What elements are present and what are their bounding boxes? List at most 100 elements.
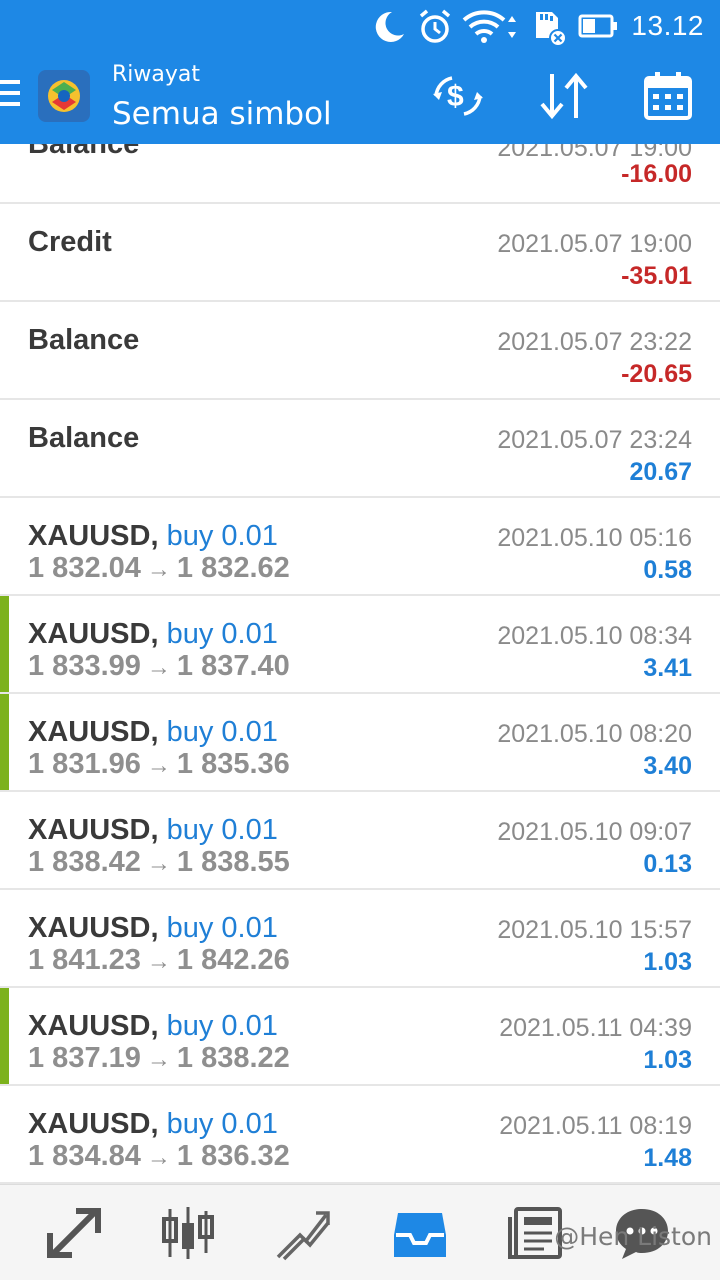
row-date: 2021.05.10 08:20 <box>497 720 692 748</box>
calendar-icon[interactable] <box>642 70 698 122</box>
status-bar: 13.12 <box>0 0 720 52</box>
trade-action: buy 0.01 <box>166 1108 278 1140</box>
trade-symbol: XAUUSD, <box>28 520 159 552</box>
trade-row[interactable]: XAUUSD, buy 0.01 1 834.84 → 1 836.32 2021.… <box>0 1086 720 1184</box>
row-date: 2021.05.10 09:07 <box>497 818 692 846</box>
trade-symbol: XAUUSD, <box>28 814 159 846</box>
header-subtitle: Riwayat <box>112 62 200 87</box>
open-price: 1 831.96 <box>28 748 141 780</box>
trade-action: buy 0.01 <box>166 716 278 748</box>
trade-title: XAUUSD, buy 0.01 <box>28 1010 278 1043</box>
arrow-icon: → <box>146 850 171 877</box>
trade-symbol: XAUUSD, <box>28 1108 159 1140</box>
row-profit: 0.13 <box>643 850 692 878</box>
trade-row[interactable]: XAUUSD, buy 0.01 1 841.23 → 1 842.26 2021.… <box>0 890 720 988</box>
position-marker <box>0 988 9 1084</box>
trade-title: XAUUSD, buy 0.01 <box>28 814 278 847</box>
position-marker <box>0 694 9 790</box>
arrow-icon: → <box>146 752 171 779</box>
wifi-icon <box>462 10 516 43</box>
close-price: 1 836.32 <box>176 1140 290 1172</box>
open-price: 1 832.04 <box>28 552 141 584</box>
status-time: 13.12 <box>631 10 704 41</box>
close-price: 1 838.22 <box>176 1042 290 1074</box>
currency-exchange-icon[interactable]: $ <box>430 70 486 122</box>
trade-prices: 1 832.04 → 1 832.62 <box>28 552 290 585</box>
trade-action: buy 0.01 <box>166 912 278 944</box>
history-row[interactable]: Balance 2021.05.07 23:24 20.67 <box>0 400 720 498</box>
app-logo <box>38 70 90 122</box>
quotes-icon[interactable] <box>44 1205 104 1261</box>
trade-icon[interactable] <box>272 1205 332 1261</box>
trade-action: buy 0.01 <box>166 814 278 846</box>
trade-prices: 1 834.84 → 1 836.32 <box>28 1140 290 1173</box>
battery-icon <box>578 14 617 38</box>
trade-symbol: XAUUSD, <box>28 716 159 748</box>
row-profit: 3.41 <box>643 654 692 682</box>
menu-icon[interactable] <box>0 80 22 110</box>
trade-symbol: XAUUSD, <box>28 912 159 944</box>
row-name: Balance <box>28 324 140 356</box>
trade-action: buy 0.01 <box>166 1010 278 1042</box>
open-price: 1 841.23 <box>28 944 141 976</box>
arrow-icon: → <box>146 1046 171 1073</box>
open-price: 1 837.19 <box>28 1042 141 1074</box>
trade-symbol: XAUUSD, <box>28 1010 159 1042</box>
open-price: 1 834.84 <box>28 1140 141 1172</box>
trade-symbol: XAUUSD, <box>28 618 159 650</box>
chart-icon[interactable] <box>158 1205 218 1261</box>
row-profit: 1.03 <box>643 948 692 976</box>
close-price: 1 838.55 <box>176 846 290 878</box>
row-date: 2021.05.11 08:19 <box>499 1112 692 1140</box>
header-title[interactable]: Semua simbol <box>112 96 332 132</box>
trade-prices: 1 837.19 → 1 838.22 <box>28 1042 290 1075</box>
trade-prices: 1 831.96 → 1 835.36 <box>28 748 290 781</box>
history-row[interactable]: Credit 2021.05.07 19:00 -35.01 <box>0 204 720 302</box>
arrow-icon: → <box>146 1144 171 1171</box>
trade-action: buy 0.01 <box>166 618 278 650</box>
trade-row[interactable]: XAUUSD, buy 0.01 1 838.42 → 1 838.55 2021.… <box>0 792 720 890</box>
trade-row[interactable]: XAUUSD, buy 0.01 1 831.96 → 1 835.36 2021.… <box>0 694 720 792</box>
alarm-icon <box>419 9 451 43</box>
watermark: @Hen Liston <box>554 1222 712 1251</box>
position-marker <box>0 596 9 692</box>
row-date: 2021.05.10 15:57 <box>497 916 692 944</box>
row-profit: 3.40 <box>643 752 692 780</box>
row-profit: -35.01 <box>621 262 692 290</box>
trade-row[interactable]: XAUUSD, buy 0.01 1 833.99 → 1 837.40 2021.… <box>0 596 720 694</box>
row-date: 2021.05.07 23:22 <box>497 328 692 356</box>
trade-title: XAUUSD, buy 0.01 <box>28 912 278 945</box>
history-list[interactable]: Balance 2021.05.07 19:00 -16.00 Credit 2… <box>0 144 720 1184</box>
arrow-icon: → <box>146 948 171 975</box>
trade-row[interactable]: XAUUSD, buy 0.01 1 837.19 → 1 838.22 2021.… <box>0 988 720 1086</box>
app-header: 13.12 Riwayat Semua simbol $ <box>0 0 720 144</box>
history-row[interactable]: Balance 2021.05.07 23:22 -20.65 <box>0 302 720 400</box>
close-price: 1 837.40 <box>176 650 290 682</box>
row-date: 2021.05.07 19:00 <box>497 230 692 258</box>
trade-action: buy 0.01 <box>166 520 278 552</box>
close-price: 1 832.62 <box>176 552 290 584</box>
row-name: Balance <box>28 144 140 160</box>
history-icon[interactable] <box>390 1205 450 1261</box>
row-date: 2021.05.11 04:39 <box>499 1014 692 1042</box>
arrow-icon: → <box>146 654 171 681</box>
trade-title: XAUUSD, buy 0.01 <box>28 618 278 651</box>
close-price: 1 842.26 <box>176 944 290 976</box>
trade-prices: 1 833.99 → 1 837.40 <box>28 650 290 683</box>
trade-prices: 1 841.23 → 1 842.26 <box>28 944 290 977</box>
open-price: 1 838.42 <box>28 846 141 878</box>
trade-prices: 1 838.42 → 1 838.55 <box>28 846 290 879</box>
trade-title: XAUUSD, buy 0.01 <box>28 1108 278 1141</box>
svg-text:$: $ <box>447 80 464 113</box>
row-date: 2021.05.10 05:16 <box>497 524 692 552</box>
trade-title: XAUUSD, buy 0.01 <box>28 716 278 749</box>
row-date: 2021.05.10 08:34 <box>497 622 692 650</box>
sd-card-icon <box>536 12 567 47</box>
moon-icon <box>375 11 404 42</box>
row-profit: 1.48 <box>643 1144 692 1172</box>
history-row[interactable]: Balance 2021.05.07 19:00 -16.00 <box>0 144 720 204</box>
trade-row[interactable]: XAUUSD, buy 0.01 1 832.04 → 1 832.62 2021.… <box>0 498 720 596</box>
close-price: 1 835.36 <box>176 748 290 780</box>
sort-icon[interactable] <box>536 70 592 122</box>
row-profit: 0.58 <box>643 556 692 584</box>
